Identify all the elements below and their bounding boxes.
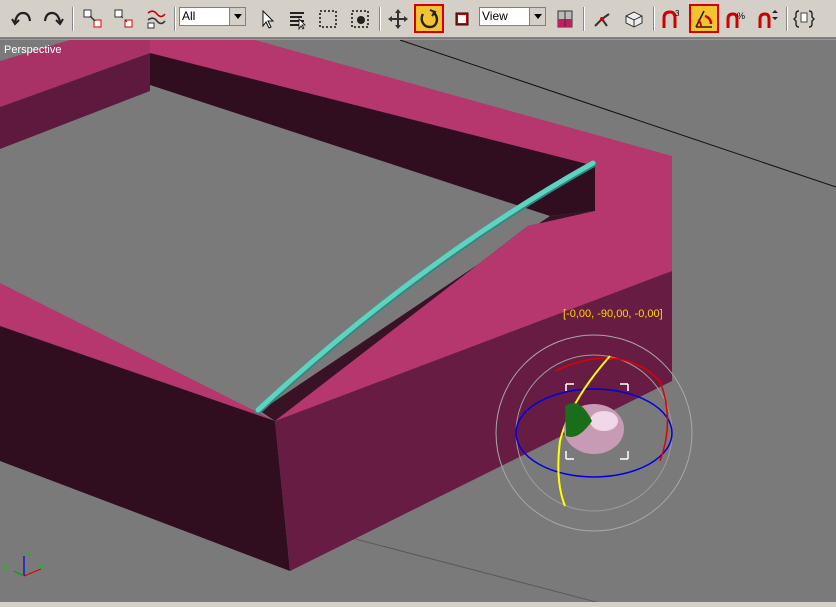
chevron-down-icon[interactable] bbox=[529, 8, 545, 25]
select-and-manipulate-icon[interactable] bbox=[588, 4, 616, 33]
tripod-y-label: y bbox=[4, 561, 9, 571]
toolbar-separator bbox=[174, 7, 175, 31]
unlink-selection-icon[interactable] bbox=[110, 4, 138, 33]
bottom-bar bbox=[0, 602, 836, 607]
undo-icon[interactable] bbox=[8, 4, 36, 33]
select-by-name-icon[interactable] bbox=[283, 4, 311, 33]
toolbar-separator bbox=[653, 7, 654, 31]
tripod-z-label: z bbox=[27, 548, 32, 558]
rectangular-selection-region-icon[interactable] bbox=[314, 4, 342, 33]
use-pivot-point-center-icon[interactable] bbox=[551, 4, 579, 33]
svg-text:%: % bbox=[737, 11, 745, 21]
reference-coordinate-system-dropdown[interactable]: View bbox=[479, 7, 546, 26]
perspective-viewport[interactable]: Perspective [-0,00, -90,00, -0,00] z y x bbox=[0, 39, 836, 603]
toolbar-separator bbox=[379, 7, 380, 31]
3d-snaps-toggle-icon[interactable]: 3 bbox=[657, 4, 685, 33]
rotation-readout: [-0,00, -90,00, -0,00] bbox=[563, 308, 663, 320]
select-and-link-icon[interactable] bbox=[79, 4, 107, 33]
select-and-rotate-icon[interactable] bbox=[414, 4, 444, 33]
toolbar-separator bbox=[583, 7, 584, 31]
percent-snap-toggle-icon[interactable]: % bbox=[722, 4, 750, 33]
edit-named-selection-sets-icon[interactable] bbox=[790, 4, 818, 33]
redo-icon[interactable] bbox=[39, 4, 67, 33]
spinner-snap-toggle-icon[interactable] bbox=[754, 4, 782, 33]
scene-canvas[interactable] bbox=[0, 40, 836, 603]
selection-filter-value: All bbox=[182, 9, 196, 23]
viewport-label[interactable]: Perspective bbox=[4, 44, 61, 56]
select-object-icon[interactable] bbox=[253, 4, 281, 33]
main-toolbar: All View 3 % bbox=[0, 0, 836, 38]
reference-coordinate-system-value: View bbox=[482, 9, 508, 23]
chevron-down-icon[interactable] bbox=[229, 8, 245, 25]
window-crossing-icon[interactable] bbox=[346, 4, 374, 33]
selection-filter-dropdown[interactable]: All bbox=[179, 7, 246, 26]
keyboard-shortcut-override-icon[interactable] bbox=[620, 4, 648, 33]
toolbar-separator bbox=[72, 7, 73, 31]
svg-text:3: 3 bbox=[675, 9, 680, 18]
select-and-move-icon[interactable] bbox=[384, 4, 412, 33]
toolbar-separator bbox=[786, 7, 787, 31]
angle-snap-toggle-icon[interactable] bbox=[689, 4, 719, 33]
bind-to-space-warp-icon[interactable] bbox=[142, 4, 170, 33]
select-and-scale-icon[interactable] bbox=[448, 4, 476, 33]
tripod-x-label: x bbox=[39, 561, 44, 571]
